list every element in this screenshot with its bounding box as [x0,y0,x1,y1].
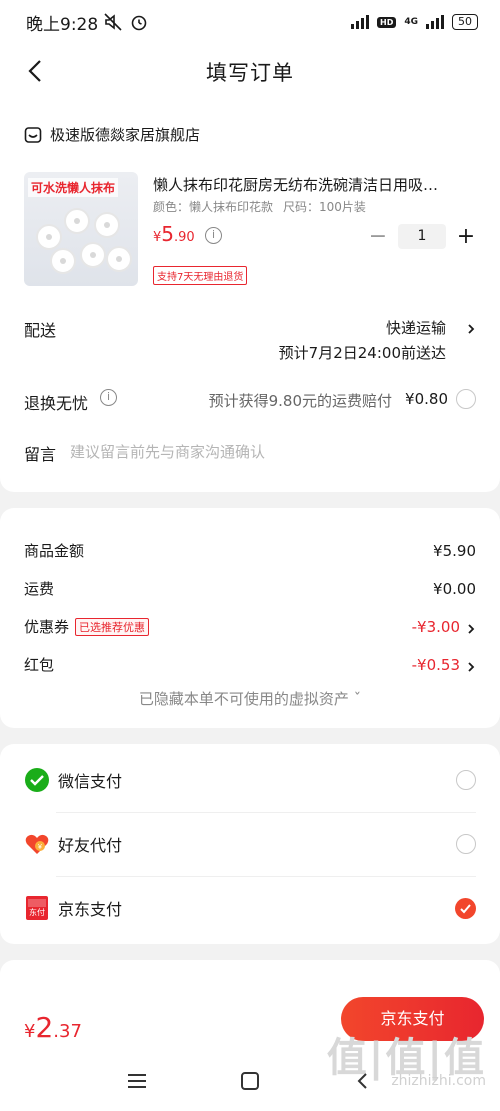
note-input[interactable]: 建议留言前先与商家沟通确认 [70,441,265,462]
svg-text:东付: 东付 [29,907,45,917]
jd-radio-checked[interactable] [455,898,476,919]
product-color: 颜色：懒人抹布印花款 [153,200,274,214]
wechat-pay-icon [25,768,49,792]
home-icon[interactable] [241,1072,259,1090]
price-info-icon[interactable]: i [205,227,222,244]
wechat-radio[interactable] [456,770,476,790]
friend-pay-icon: ¥ [25,834,49,854]
return-policy-tag: 支持7天无理由退货 [153,266,248,285]
network-label: 4G [404,17,418,27]
total-price: ¥2.37 [24,1011,82,1044]
shop-icon [24,126,42,143]
product-image-banner: 可水洗懒人抹布 [28,178,119,197]
red-packet-row[interactable]: 红包 -¥0.53 [24,654,476,675]
product-title[interactable]: 懒人抹布印花厨房无纺布洗碗清洁日用吸… [153,174,478,195]
delivery-method[interactable]: 快递运输 [386,317,446,338]
return-info-icon[interactable]: i [100,389,117,406]
return-service-radio[interactable] [456,389,476,409]
pay-method-jd[interactable]: 东付 京东支付 [24,876,476,940]
increase-button[interactable]: + [456,225,476,248]
system-nav-bar [128,1072,367,1090]
coupon-value: -¥3.00 [411,617,460,636]
status-bar: 晚上9:28 HD 4G 50 [0,0,500,44]
coupon-row[interactable]: 优惠券 已选推荐优惠 -¥3.00 [24,616,476,637]
shop-header[interactable]: 极速版德燚家居旗舰店 [24,124,200,145]
chevron-right-icon[interactable] [466,322,476,336]
return-service-price: ¥0.80 [405,390,448,408]
svg-text:¥: ¥ [38,844,42,851]
delivery-eta: 预计7月2日24:00前送达 [278,344,446,362]
page-title: 填写订单 [206,61,294,85]
menu-icon[interactable] [128,1074,146,1088]
product-size: 尺码：100片装 [283,200,366,214]
red-packet-value: -¥0.53 [411,655,460,674]
product-spec: 颜色：懒人抹布印花款 尺码：100片装 [153,198,366,215]
quantity-stepper: − 1 + [368,224,476,249]
back-nav-icon[interactable] [357,1073,367,1089]
quantity-field[interactable]: 1 [398,224,446,249]
return-service-label: 退换无忧 [24,394,89,413]
mute-icon [104,13,122,31]
delivery-label: 配送 [24,321,57,340]
status-time: 晚上9:28 [26,14,99,35]
red-packet-chevron-icon[interactable] [466,660,476,674]
coupon-chevron-icon[interactable] [466,622,476,636]
payment-card: 微信支付 ¥ 好友代付 东付 京东支付 [0,744,500,944]
hd-icon: HD [377,16,397,28]
pay-method-wechat[interactable]: 微信支付 [24,748,476,812]
order-card: 极速版德燚家居旗舰店 可水洗懒人抹布 懒人抹布印花厨房无纺布洗碗清洁日用吸… 颜… [0,100,500,492]
signal-icon-2 [426,15,444,29]
decrease-button[interactable]: − [368,225,388,248]
shop-name: 极速版德燚家居旗舰店 [50,126,201,144]
alarm-icon [131,15,147,31]
pay-method-friend[interactable]: ¥ 好友代付 [24,812,476,876]
signal-icon [351,15,369,29]
jd-pay-icon: 东付 [26,896,48,920]
battery-icon: 50 [452,14,478,30]
bottom-bar: ¥2.37 京东支付 值|值|值 zhizhizhi.com [0,985,500,1111]
friend-radio[interactable] [456,834,476,854]
back-arrow-icon[interactable] [22,56,52,86]
coupon-badge: 已选推荐优惠 [75,617,150,636]
summary-card: 商品金额 ¥5.90 运费 ¥0.00 优惠券 已选推荐优惠 -¥3.00 红包 -… [0,508,500,728]
check-icon [460,904,471,914]
product-image[interactable]: 可水洗懒人抹布 [24,172,138,286]
product-price: ¥5.90 [153,222,195,246]
title-bar: 填写订单 [0,44,500,100]
shipping-row: 运费 ¥0.00 [24,579,476,599]
return-service-desc: 预计获得9.80元的运费赔付 [208,392,392,410]
note-label: 留言 [24,445,57,464]
goods-amount-row: 商品金额 ¥5.90 [24,541,476,561]
hidden-assets-toggle[interactable]: 已隐藏本单不可使用的虚拟资产 ˇ [0,688,500,709]
